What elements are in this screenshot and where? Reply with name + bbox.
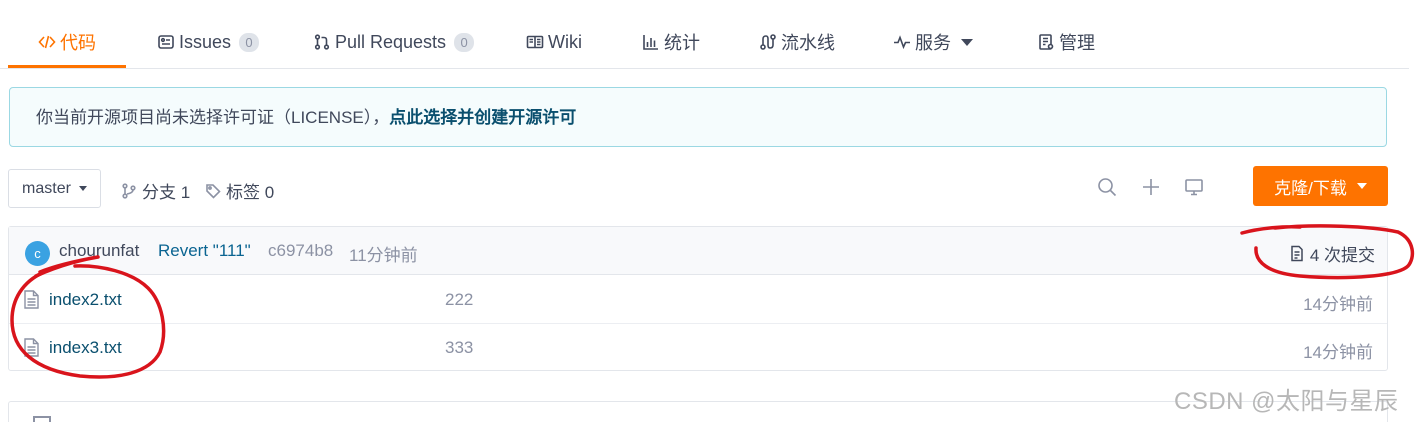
license-notice: 你当前开源项目尚未选择许可证（LICENSE），点此选择并创建开源许可 bbox=[9, 87, 1387, 147]
tab-manage-label: 管理 bbox=[1059, 33, 1095, 53]
search-icon[interactable] bbox=[1096, 176, 1118, 198]
commit-doc-icon bbox=[1291, 245, 1303, 262]
book-icon bbox=[525, 32, 545, 52]
monitor-icon[interactable] bbox=[1183, 176, 1205, 198]
issues-icon bbox=[156, 32, 176, 52]
file-commit-message[interactable]: 222 bbox=[445, 290, 473, 310]
avatar[interactable]: c bbox=[25, 241, 50, 266]
tab-issues-label: Issues bbox=[179, 31, 232, 52]
tab-pipeline[interactable]: 流水线 bbox=[758, 27, 835, 57]
pull-request-icon bbox=[312, 32, 332, 52]
code-icon bbox=[37, 32, 57, 52]
commit-message[interactable]: Revert "111" bbox=[158, 241, 251, 261]
tab-pipeline-label: 流水线 bbox=[781, 33, 835, 53]
tab-pull-requests-label: Pull Requests bbox=[335, 31, 447, 52]
clone-download-button[interactable]: 克隆/下载 bbox=[1253, 166, 1388, 206]
branch-icon bbox=[122, 182, 136, 199]
commits-count-link[interactable]: 4 次提交 bbox=[1289, 241, 1375, 266]
file-commit-time: 14分钟前 bbox=[1303, 343, 1373, 362]
file-commit-time: 14分钟前 bbox=[1303, 295, 1373, 314]
file-icon bbox=[23, 290, 40, 309]
file-name-link[interactable]: index3.txt bbox=[49, 338, 122, 358]
tab-wiki[interactable]: Wiki bbox=[525, 27, 582, 57]
latest-commit-row: c chourunfat Revert "111" c6974b8 11分钟前 … bbox=[9, 227, 1387, 275]
chevron-down-icon bbox=[78, 186, 87, 191]
tab-statistics-label: 统计 bbox=[664, 33, 700, 53]
pull-requests-count-badge: 0 bbox=[454, 32, 475, 52]
tab-code[interactable]: 代码 bbox=[37, 27, 96, 57]
pulse-icon bbox=[892, 32, 912, 52]
file-table: c chourunfat Revert "111" c6974b8 11分钟前 … bbox=[8, 226, 1388, 371]
tab-services[interactable]: 服务 bbox=[892, 27, 973, 57]
issues-count-badge: 0 bbox=[239, 32, 260, 52]
create-license-link[interactable]: 点此选择并创建开源许可 bbox=[389, 108, 576, 127]
commit-author[interactable]: chourunfat bbox=[59, 241, 139, 261]
branch-select-label: master bbox=[22, 179, 71, 197]
settings-doc-icon bbox=[1036, 32, 1056, 52]
tab-statistics[interactable]: 统计 bbox=[641, 27, 700, 57]
license-notice-text: 你当前开源项目尚未选择许可证（LICENSE）， bbox=[36, 108, 390, 127]
commit-time: 11分钟前 bbox=[349, 246, 418, 265]
tab-issues[interactable]: Issues 0 bbox=[156, 27, 260, 57]
branch-select[interactable]: master bbox=[8, 169, 101, 208]
add-icon[interactable] bbox=[1140, 176, 1162, 198]
bar-chart-icon bbox=[641, 32, 661, 52]
tag-icon bbox=[206, 183, 221, 199]
tab-pull-requests[interactable]: Pull Requests 0 bbox=[312, 27, 475, 57]
clone-download-label: 克隆/下载 bbox=[1274, 178, 1347, 198]
commits-count: 4 次提交 bbox=[1309, 246, 1375, 265]
branches-count: 分支 1 bbox=[142, 183, 191, 202]
readme-icon bbox=[33, 416, 51, 422]
active-tab-indicator bbox=[8, 65, 126, 68]
chevron-down-icon bbox=[961, 38, 973, 46]
repo-tab-bar: 代码 Issues 0 Pull Requests 0 Wiki 统计 流水线 … bbox=[0, 0, 1409, 69]
chevron-down-icon bbox=[1356, 183, 1367, 189]
tab-services-label: 服务 bbox=[915, 33, 951, 53]
file-name-link[interactable]: index2.txt bbox=[49, 290, 122, 310]
file-row: index3.txt 333 14分钟前 bbox=[9, 324, 1387, 372]
tags-count: 标签 0 bbox=[226, 183, 275, 202]
pipeline-icon bbox=[758, 32, 778, 52]
file-row: index2.txt 222 14分钟前 bbox=[9, 276, 1387, 324]
csdn-watermark: CSDN @太阳与星辰 bbox=[1174, 388, 1399, 415]
tags-link[interactable]: 标签 0 bbox=[205, 178, 274, 203]
file-icon bbox=[23, 338, 40, 357]
tab-wiki-label: Wiki bbox=[548, 31, 582, 52]
commit-hash[interactable]: c6974b8 bbox=[268, 241, 333, 261]
branches-link[interactable]: 分支 1 bbox=[121, 178, 190, 203]
tab-code-label: 代码 bbox=[60, 33, 96, 53]
tab-manage[interactable]: 管理 bbox=[1036, 27, 1095, 57]
file-commit-message[interactable]: 333 bbox=[445, 338, 473, 358]
